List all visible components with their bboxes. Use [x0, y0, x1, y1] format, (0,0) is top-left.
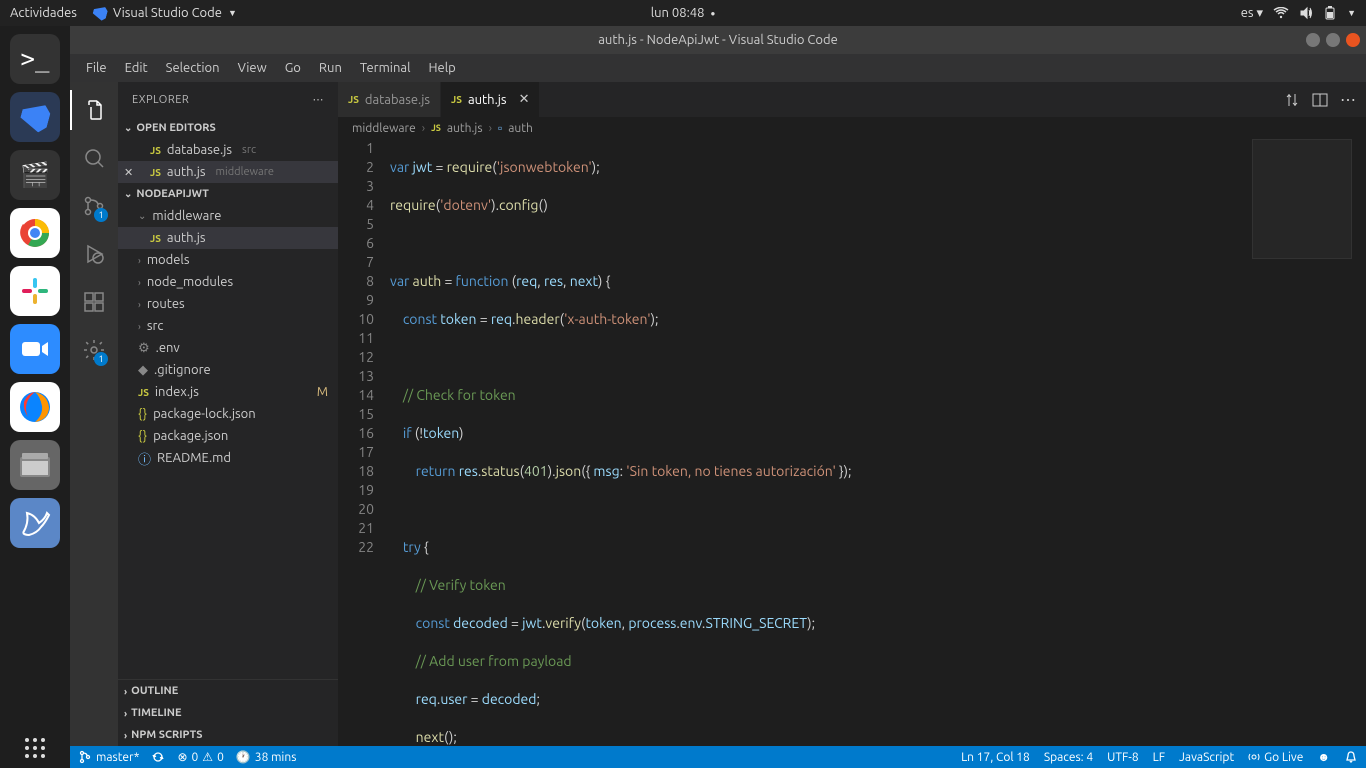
wifi-icon[interactable]	[1273, 7, 1289, 19]
editor-group: JSdatabase.js JSauth.js✕ ⋯ middleware› J…	[338, 82, 1366, 746]
gutter: 12345678910111213141516171819202122	[338, 139, 388, 746]
dock-vscode[interactable]	[10, 92, 60, 142]
folder-models[interactable]: ›models	[118, 249, 338, 271]
open-editor-item[interactable]: ✕ JSauth.js middleware	[118, 161, 338, 183]
bell-icon[interactable]	[1344, 750, 1358, 764]
app-menu[interactable]: Visual Studio Code ▼	[93, 6, 237, 20]
sidebar: EXPLORER ⋯ ⌄OPEN EDITORS JSdatabase.js s…	[118, 82, 338, 746]
close-button[interactable]	[1346, 33, 1360, 47]
statusbar: master* ⊗0 ⚠0 🕐38 mins Ln 17, Col 18 Spa…	[70, 746, 1366, 768]
dock-terminal[interactable]: >_	[10, 34, 60, 84]
close-tab-icon[interactable]: ✕	[519, 92, 530, 107]
npm-section[interactable]: ›NPM SCRIPTS	[118, 724, 338, 746]
volume-icon[interactable]	[1299, 6, 1313, 20]
lang-indicator[interactable]: es ▾	[1241, 6, 1263, 21]
menubar: File Edit Selection View Go Run Terminal…	[70, 54, 1366, 82]
explorer-icon[interactable]	[70, 90, 118, 130]
feedback-icon[interactable]: ☻	[1317, 750, 1330, 764]
tabs: JSdatabase.js JSauth.js✕ ⋯	[338, 82, 1366, 117]
file-auth-js[interactable]: JSauth.js	[118, 227, 338, 249]
settings-gear-icon[interactable]: 1	[70, 330, 118, 370]
more-icon[interactable]: ⋯	[313, 93, 325, 106]
compare-icon[interactable]	[1284, 92, 1300, 108]
time-indicator[interactable]: 🕐38 mins	[236, 750, 297, 764]
dock-firefox[interactable]	[10, 382, 60, 432]
cursor-position[interactable]: Ln 17, Col 18	[961, 751, 1030, 764]
dock-chrome[interactable]	[10, 208, 60, 258]
vscode-window: auth.js - NodeApiJwt - Visual Studio Cod…	[70, 26, 1366, 768]
activity-bar: 1 1	[70, 82, 118, 746]
file-index-js[interactable]: JSindex.jsM	[118, 381, 338, 403]
file-readme[interactable]: ⓘREADME.md	[118, 447, 338, 469]
run-debug-icon[interactable]	[70, 234, 118, 274]
file-package-lock[interactable]: {}package-lock.json	[118, 403, 338, 425]
menu-edit[interactable]: Edit	[117, 59, 156, 77]
menu-file[interactable]: File	[78, 59, 115, 77]
dock: >_ 🎬	[0, 26, 70, 768]
code-content[interactable]: var jwt = require('jsonwebtoken'); requi…	[388, 139, 1366, 746]
minimap[interactable]	[1252, 139, 1352, 259]
dock-files[interactable]	[10, 440, 60, 490]
menu-go[interactable]: Go	[277, 59, 309, 77]
open-editors-section[interactable]: ⌄OPEN EDITORS	[118, 117, 338, 139]
menu-view[interactable]: View	[230, 59, 275, 77]
titlebar: auth.js - NodeApiJwt - Visual Studio Cod…	[70, 26, 1366, 54]
maximize-button[interactable]	[1326, 33, 1340, 47]
problems-indicator[interactable]: ⊗0 ⚠0	[177, 750, 223, 764]
scm-icon[interactable]: 1	[70, 186, 118, 226]
sync-indicator[interactable]	[151, 750, 165, 764]
scm-badge: 1	[94, 208, 108, 222]
dock-zoom[interactable]	[10, 324, 60, 374]
language-indicator[interactable]: JavaScript	[1179, 751, 1234, 764]
split-editor-icon[interactable]	[1312, 92, 1328, 108]
dock-video[interactable]: 🎬	[10, 150, 60, 200]
close-editor-icon[interactable]: ✕	[124, 166, 133, 179]
settings-badge: 1	[94, 352, 108, 366]
search-icon[interactable]	[70, 138, 118, 178]
clock[interactable]: lun 08:48	[651, 6, 705, 20]
breadcrumb[interactable]: middleware› JSauth.js› ▫auth	[338, 117, 1366, 139]
encoding-indicator[interactable]: UTF-8	[1107, 751, 1138, 764]
eol-indicator[interactable]: LF	[1153, 751, 1165, 764]
power-menu[interactable]: ▼	[1347, 8, 1356, 18]
outline-section[interactable]: ›OUTLINE	[118, 680, 338, 702]
folder-node-modules[interactable]: ›node_modules	[118, 271, 338, 293]
sidebar-header: EXPLORER ⋯	[118, 82, 338, 117]
menu-selection[interactable]: Selection	[158, 59, 228, 77]
spaces-indicator[interactable]: Spaces: 4	[1044, 751, 1093, 764]
minimize-button[interactable]	[1306, 33, 1320, 47]
file-package-json[interactable]: {}package.json	[118, 425, 338, 447]
golive-button[interactable]: Go Live	[1248, 751, 1303, 764]
open-editor-item[interactable]: JSdatabase.js src	[118, 139, 338, 161]
dock-slack[interactable]	[10, 266, 60, 316]
menu-terminal[interactable]: Terminal	[352, 59, 419, 77]
folder-src[interactable]: ›src	[118, 315, 338, 337]
dock-apps-grid[interactable]	[0, 736, 70, 760]
branch-indicator[interactable]: master*	[78, 750, 139, 764]
tab-database-js[interactable]: JSdatabase.js	[338, 82, 441, 117]
more-actions-icon[interactable]: ⋯	[1340, 90, 1356, 109]
system-topbar: Actividades Visual Studio Code ▼ lun 08:…	[0, 0, 1366, 26]
file-env[interactable]: ⚙.env	[118, 337, 338, 359]
folder-routes[interactable]: ›routes	[118, 293, 338, 315]
folder-middleware[interactable]: ⌄middleware	[118, 205, 338, 227]
code-editor[interactable]: 12345678910111213141516171819202122 var …	[338, 139, 1366, 746]
timeline-section[interactable]: ›TIMELINE	[118, 702, 338, 724]
tab-auth-js[interactable]: JSauth.js✕	[441, 82, 540, 117]
battery-icon[interactable]	[1323, 6, 1337, 20]
vscode-icon	[91, 4, 108, 21]
menu-run[interactable]: Run	[311, 59, 350, 77]
project-section[interactable]: ⌄NODEAPIJWT	[118, 183, 338, 205]
dock-mysql[interactable]	[10, 498, 60, 548]
activities-button[interactable]: Actividades	[10, 6, 77, 20]
menu-help[interactable]: Help	[420, 59, 463, 77]
window-title: auth.js - NodeApiJwt - Visual Studio Cod…	[598, 33, 838, 47]
file-gitignore[interactable]: ◆.gitignore	[118, 359, 338, 381]
extensions-icon[interactable]	[70, 282, 118, 322]
